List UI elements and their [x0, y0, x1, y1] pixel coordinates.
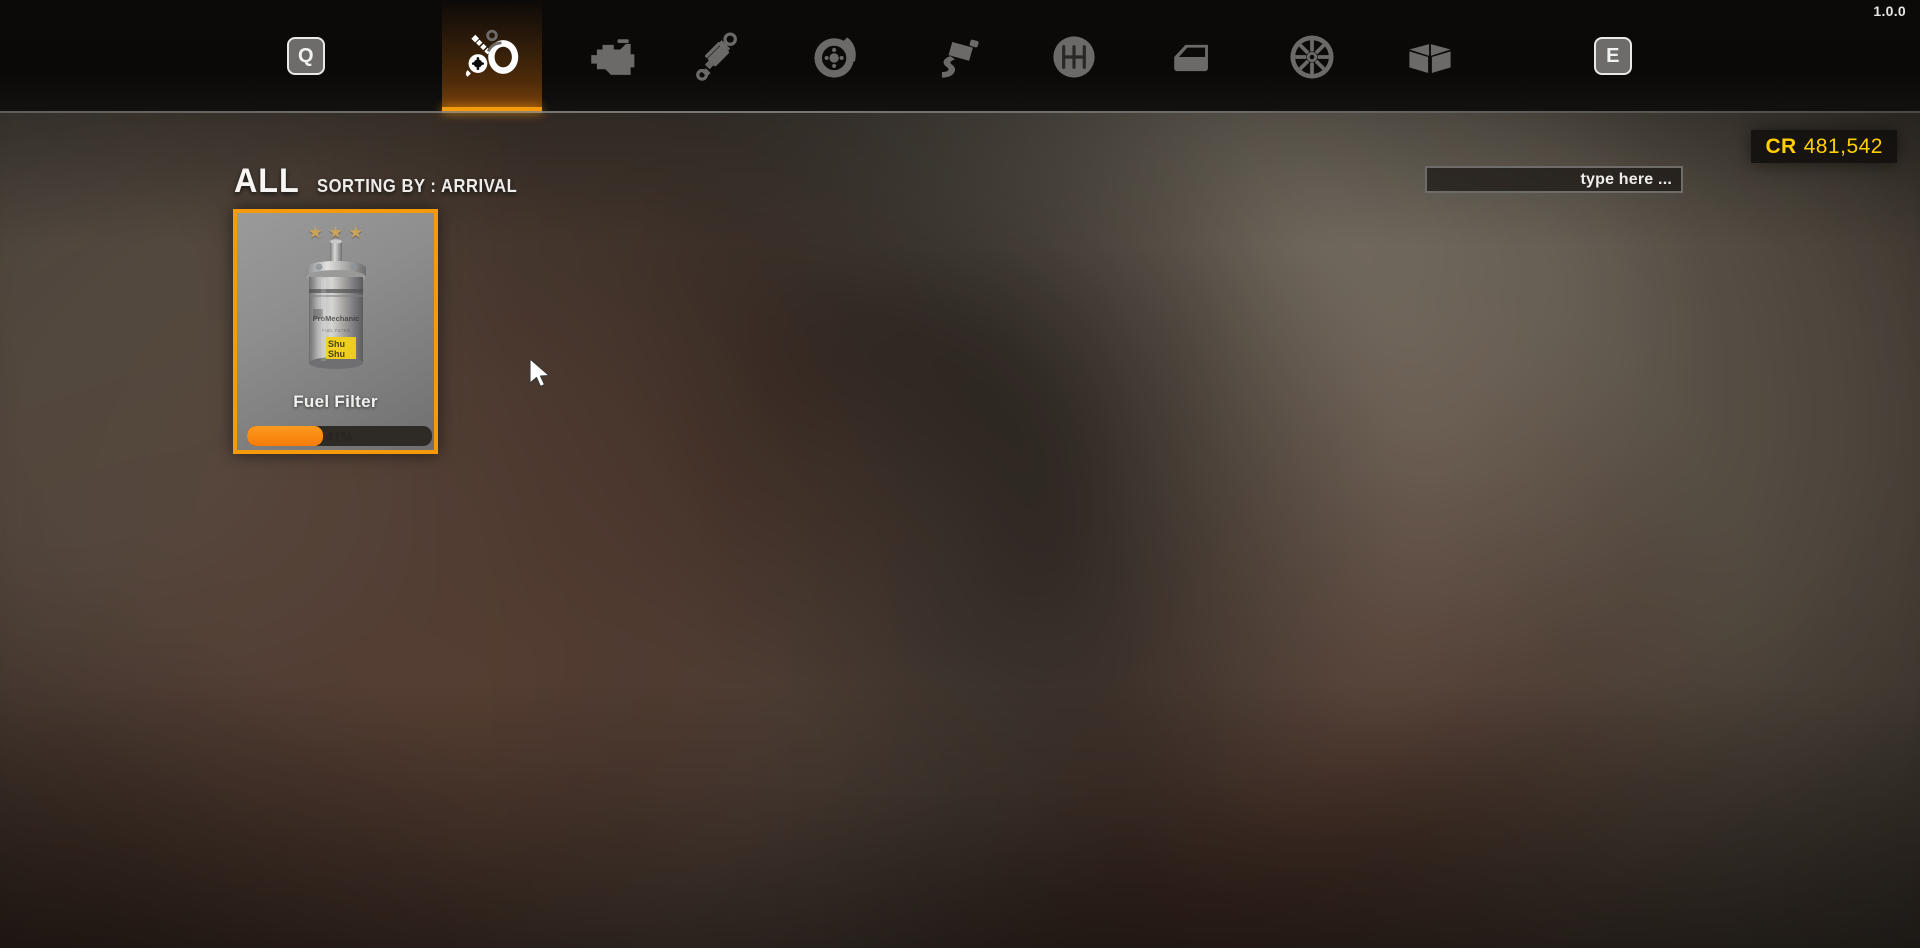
nav-tab-brakes[interactable]	[786, 0, 886, 113]
condition-bar: 41%	[247, 426, 432, 446]
nav-tab-body[interactable]	[1142, 0, 1242, 113]
nav-tab-suspension[interactable]	[668, 0, 768, 113]
nav-tab-engine[interactable]	[560, 0, 660, 113]
credits-amount: 481,542	[1803, 134, 1883, 158]
all-parts-icon	[462, 27, 522, 87]
search-placeholder: type here ...	[1580, 170, 1672, 188]
search-input[interactable]: type here ...	[1425, 166, 1683, 193]
background-vignette	[0, 0, 1920, 948]
nav-tab-all-parts[interactable]	[442, 0, 542, 113]
open-box-icon	[1400, 27, 1460, 87]
list-header: ALL SORTING BY : ARRIVAL	[234, 162, 535, 201]
category-navbar: Q E	[0, 0, 1920, 113]
exhaust-icon	[926, 27, 986, 87]
suspension-icon	[688, 27, 748, 87]
nav-tab-wheels[interactable]	[1262, 0, 1362, 113]
category-title: ALL	[234, 162, 300, 200]
svg-text:FUEL FILTER: FUEL FILTER	[322, 328, 351, 333]
gearbox-icon	[1044, 27, 1104, 87]
car-door-icon	[1162, 27, 1222, 87]
brake-disc-icon	[806, 27, 866, 87]
sorting-label[interactable]: SORTING BY : ARRIVAL	[317, 176, 517, 197]
mouse-cursor	[528, 358, 554, 392]
wheel-rim-icon	[1282, 27, 1342, 87]
game-screen: Q E 1.0.0 CR 481,542 type here ... ALL S…	[0, 0, 1920, 948]
credits-currency-label: CR	[1765, 134, 1797, 158]
version-label: 1.0.0	[1873, 3, 1906, 19]
nav-tab-exhaust[interactable]	[906, 0, 1006, 113]
part-thumbnail-fuel-filter: ProMechanic FUEL FILTER Shu Shu	[237, 237, 434, 377]
part-card-fuel-filter[interactable]: ★ ★ ★ ProMechanic FUEL FILTER Shu Shu Fu…	[233, 209, 438, 454]
credits-badge: CR 481,542	[1751, 130, 1897, 163]
nav-tab-gearbox[interactable]	[1024, 0, 1124, 113]
nav-tab-misc[interactable]	[1380, 0, 1480, 113]
svg-text:Shu: Shu	[328, 339, 345, 349]
svg-text:Shu: Shu	[328, 349, 345, 359]
key-hint-q[interactable]: Q	[287, 37, 325, 75]
condition-percent-label: 41%	[326, 428, 353, 444]
part-name: Fuel Filter	[293, 392, 378, 411]
key-hint-e[interactable]: E	[1594, 37, 1632, 75]
fuel-filter-render: ProMechanic FUEL FILTER Shu Shu	[305, 239, 366, 369]
engine-icon	[580, 27, 640, 87]
